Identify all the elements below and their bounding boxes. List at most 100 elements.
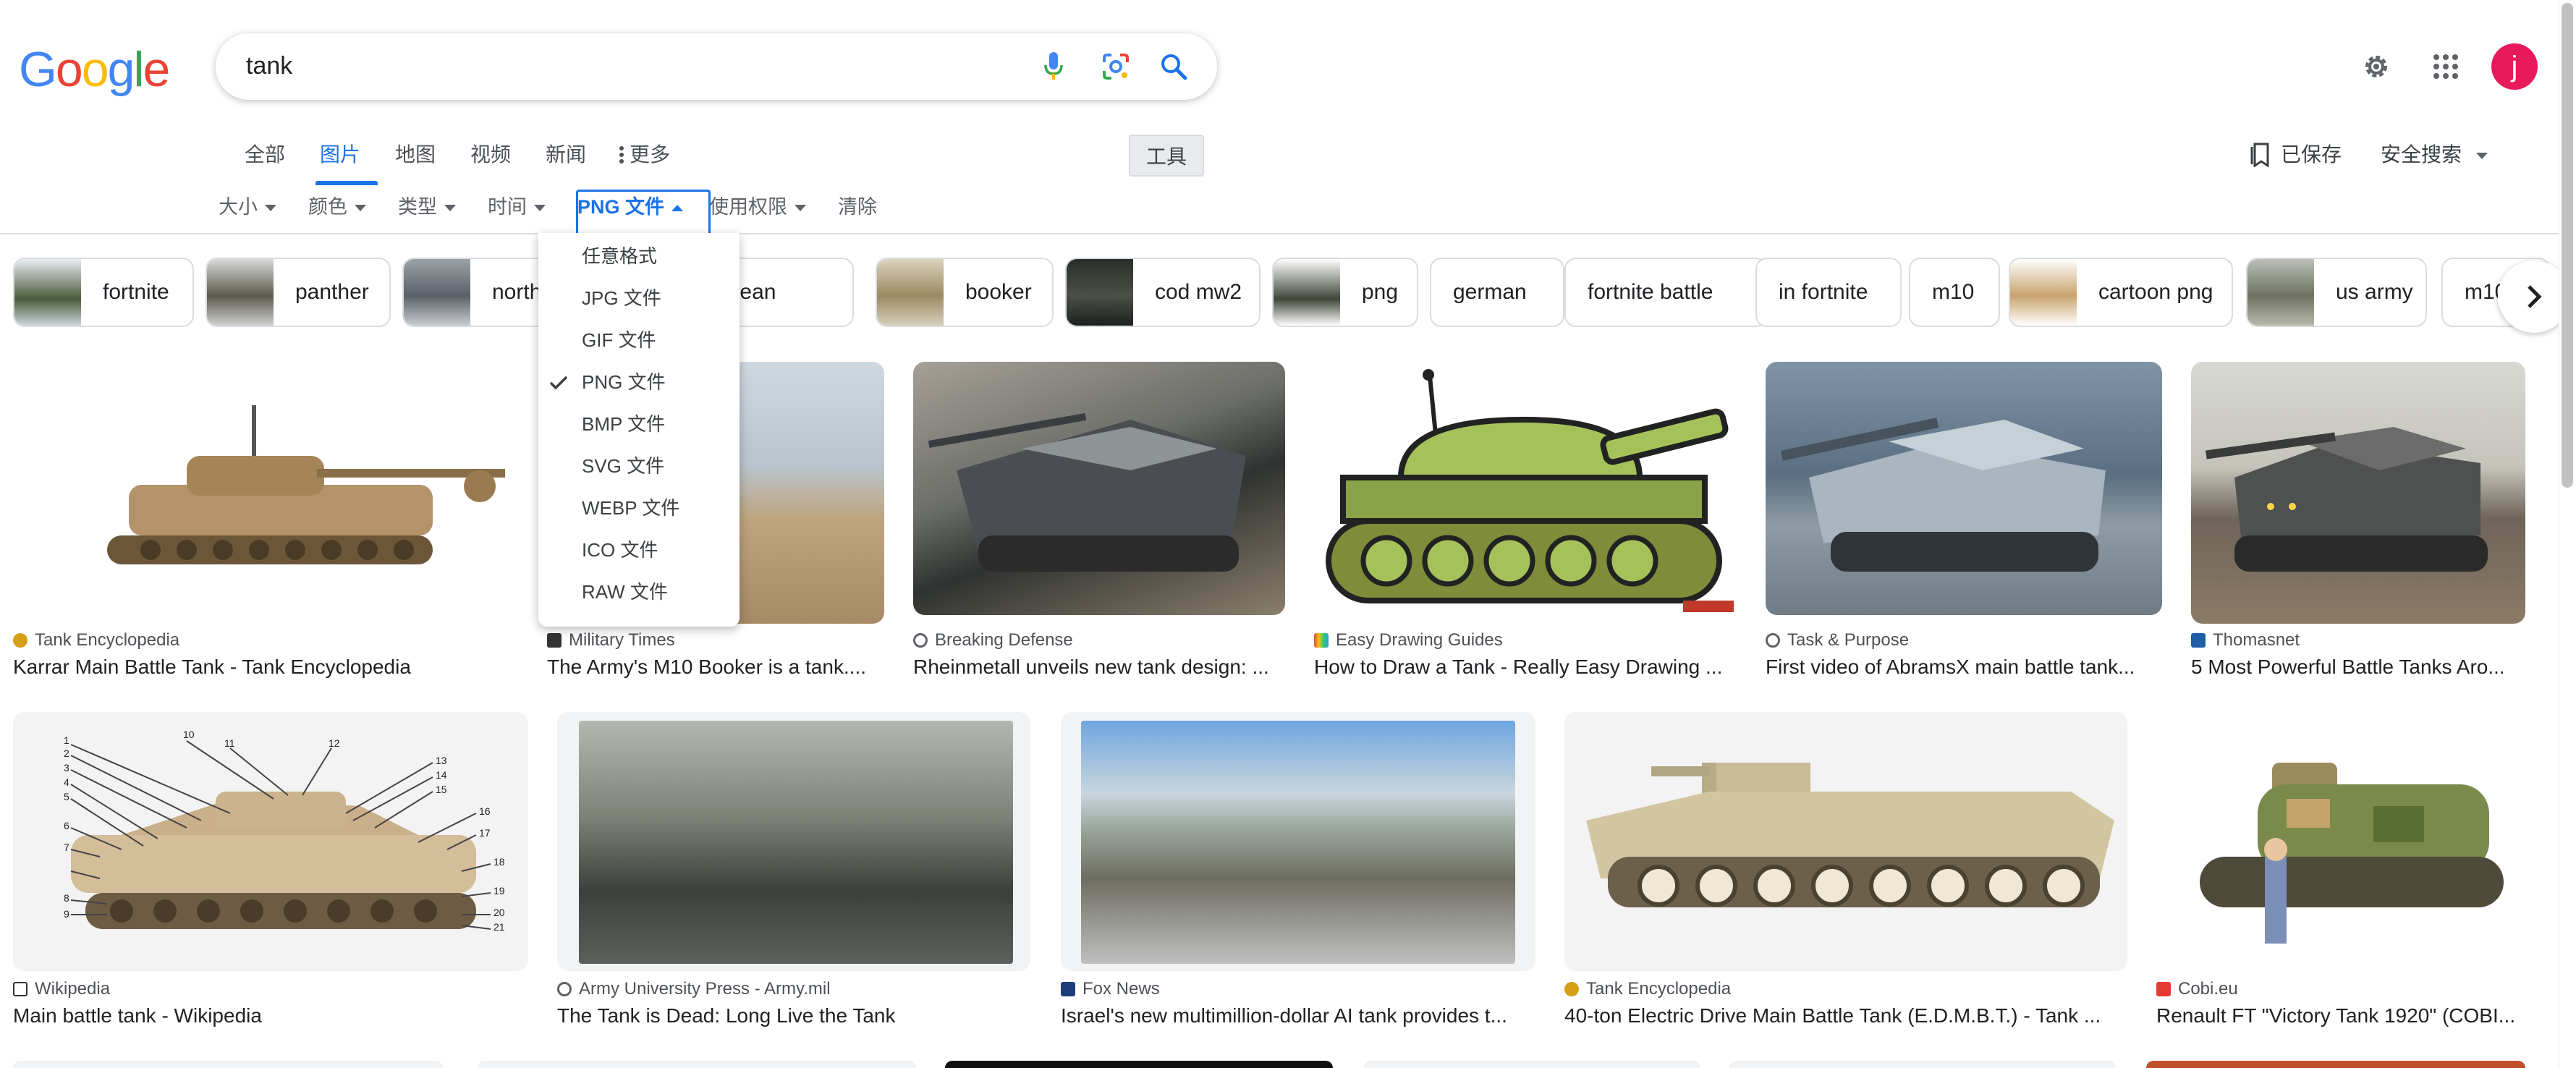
chip-label: png (1362, 280, 1399, 304)
lens-camera-icon[interactable] (1098, 49, 1133, 84)
chip-related-search[interactable]: in fortnite (1755, 258, 1902, 327)
image-result[interactable]: Tank Encyclopedia 40-ton Electric Drive … (1564, 712, 2127, 1030)
filter-type[interactable]: 类型 (398, 191, 456, 223)
result-title[interactable]: The Tank is Dead: Long Live the Tank (557, 1001, 1030, 1030)
result-title[interactable]: Renault FT "Victory Tank 1920" (COBI... (2156, 1001, 2525, 1030)
filter-clear[interactable]: 清除 (838, 191, 877, 223)
chip-related-search[interactable]: png (1272, 258, 1418, 327)
search-input[interactable]: tank (246, 48, 292, 84)
apps-grid-icon[interactable] (2425, 46, 2466, 87)
image-result[interactable]: Fox News Israel's new multimillion-dolla… (1061, 712, 1535, 1030)
search-icon[interactable] (1155, 48, 1192, 85)
result-image[interactable] (1061, 712, 1535, 971)
result-image[interactable] (13, 362, 520, 624)
saved-button[interactable]: 已保存 (2250, 139, 2342, 171)
google-logo[interactable]: Google (19, 41, 170, 98)
menu-item-gif[interactable]: GIF 文件 (582, 327, 656, 353)
result-image[interactable] (557, 712, 1030, 971)
image-result[interactable]: Task & Purpose First video of AbramsX ma… (1766, 362, 2162, 682)
result-image[interactable]: 1 2 3 4 5 6 7 8 9 10 11 12 13 14 15 16 1 (13, 712, 528, 971)
menu-item-ico[interactable]: ICO 文件 (582, 537, 658, 563)
result-title[interactable]: First video of AbramsX main battle tank.… (1766, 653, 2162, 682)
result-source[interactable]: Fox News (1061, 977, 1535, 1001)
image-result[interactable]: Easy Drawing Guides How to Draw a Tank -… (1314, 362, 1737, 682)
chip-related-search[interactable]: booker (876, 258, 1054, 327)
tab-videos[interactable]: 视频 (470, 139, 511, 171)
filter-time[interactable]: 时间 (488, 191, 546, 223)
chip-related-search[interactable]: cod mw2 (1065, 258, 1261, 327)
result-image[interactable] (945, 1061, 1333, 1068)
result-source[interactable]: Tank Encyclopedia (1564, 977, 2127, 1001)
result-title[interactable]: How to Draw a Tank - Really Easy Drawing… (1314, 653, 1737, 682)
result-source[interactable]: Military Times (547, 628, 884, 653)
result-image[interactable] (478, 1061, 916, 1068)
result-source[interactable]: Cobi.eu (2156, 977, 2525, 1001)
result-title[interactable]: Main battle tank - Wikipedia (13, 1001, 528, 1030)
result-title[interactable]: The Army's M10 Booker is a tank.... (547, 653, 884, 682)
image-result[interactable]: Breaking Defense Rheinmetall unveils new… (913, 362, 1285, 682)
filter-format[interactable]: PNG 文件 (577, 191, 684, 223)
result-source[interactable]: Task & Purpose (1766, 628, 2162, 653)
microphone-icon[interactable] (1036, 49, 1071, 84)
result-image[interactable] (2191, 362, 2525, 624)
menu-item-webp[interactable]: WEBP 文件 (582, 495, 679, 521)
chip-related-search[interactable]: fortnite battle (1564, 258, 1767, 327)
tab-images[interactable]: 图片 (320, 139, 360, 171)
image-result[interactable]: Cobi.eu Renault FT "Victory Tank 1920" (… (2156, 712, 2525, 1030)
chip-related-search[interactable]: cartoon png (2009, 258, 2233, 327)
result-image[interactable] (1564, 712, 2127, 971)
header-divider (0, 233, 2562, 234)
settings-gear-icon[interactable] (2356, 46, 2397, 87)
diagram-label: 17 (479, 827, 491, 839)
result-image[interactable] (1363, 1061, 1700, 1068)
account-avatar[interactable]: j (2491, 43, 2538, 90)
menu-item-svg[interactable]: SVG 文件 (582, 453, 664, 479)
filter-license[interactable]: 使用权限 (709, 191, 806, 223)
result-source[interactable]: Breaking Defense (913, 628, 1285, 653)
tab-all[interactable]: 全部 (245, 139, 285, 171)
chevron-down-icon (444, 205, 456, 212)
result-image[interactable] (13, 1061, 443, 1068)
result-title[interactable]: 5 Most Powerful Battle Tanks Aro... (2191, 653, 2525, 682)
globe-icon (557, 982, 572, 996)
result-image[interactable] (2156, 712, 2525, 971)
tab-news[interactable]: 新闻 (546, 139, 586, 171)
source-name: Tank Encyclopedia (35, 630, 180, 650)
result-source[interactable]: Army University Press - Army.mil (557, 977, 1030, 1001)
chip-related-search[interactable]: north (402, 258, 562, 327)
filter-color[interactable]: 颜色 (308, 191, 366, 223)
result-image[interactable] (913, 362, 1285, 615)
chip-related-search[interactable]: fortnite (13, 258, 194, 327)
result-image[interactable] (1729, 1061, 2116, 1068)
safe-search-button[interactable]: 安全搜索 (2381, 139, 2488, 171)
result-title[interactable]: Rheinmetall unveils new tank design: ... (913, 653, 1285, 682)
tab-maps[interactable]: 地图 (395, 139, 436, 171)
menu-item-any-format[interactable]: 任意格式 (582, 243, 657, 269)
scrollbar-thumb[interactable] (2562, 3, 2573, 488)
tools-button[interactable]: 工具 (1129, 135, 1204, 177)
filter-size[interactable]: 大小 (219, 191, 276, 223)
image-result[interactable]: 1 2 3 4 5 6 7 8 9 10 11 12 13 14 15 16 1 (13, 712, 528, 1030)
result-title[interactable]: 40-ton Electric Drive Main Battle Tank (… (1564, 1001, 2127, 1030)
menu-item-png[interactable]: PNG 文件 (582, 369, 666, 395)
result-image[interactable] (1766, 362, 2162, 615)
menu-item-raw[interactable]: RAW 文件 (582, 579, 668, 605)
result-image[interactable] (2146, 1061, 2525, 1068)
result-source[interactable]: Wikipedia (13, 977, 528, 1001)
result-title[interactable]: Israel's new multimillion-dollar AI tank… (1061, 1001, 1535, 1030)
chip-related-search[interactable]: us army (2246, 258, 2427, 327)
result-source[interactable]: Thomasnet (2191, 628, 2525, 653)
result-source[interactable]: Easy Drawing Guides (1314, 628, 1737, 653)
chip-related-search[interactable]: m10 (1909, 258, 2000, 327)
image-result[interactable]: Army University Press - Army.mil The Tan… (557, 712, 1030, 1030)
tab-more[interactable]: 更多 (619, 139, 670, 171)
result-title[interactable]: Karrar Main Battle Tank - Tank Encyclope… (13, 653, 520, 682)
chip-related-search[interactable]: german (1430, 258, 1564, 327)
menu-item-jpg[interactable]: JPG 文件 (582, 285, 661, 311)
result-image[interactable] (1314, 362, 1737, 619)
menu-item-bmp[interactable]: BMP 文件 (582, 411, 665, 437)
result-source[interactable]: Tank Encyclopedia (13, 628, 520, 653)
chip-related-search[interactable]: panther (206, 258, 391, 327)
image-result[interactable]: Tank Encyclopedia Karrar Main Battle Tan… (13, 362, 520, 682)
image-result[interactable]: Thomasnet 5 Most Powerful Battle Tanks A… (2191, 362, 2525, 682)
